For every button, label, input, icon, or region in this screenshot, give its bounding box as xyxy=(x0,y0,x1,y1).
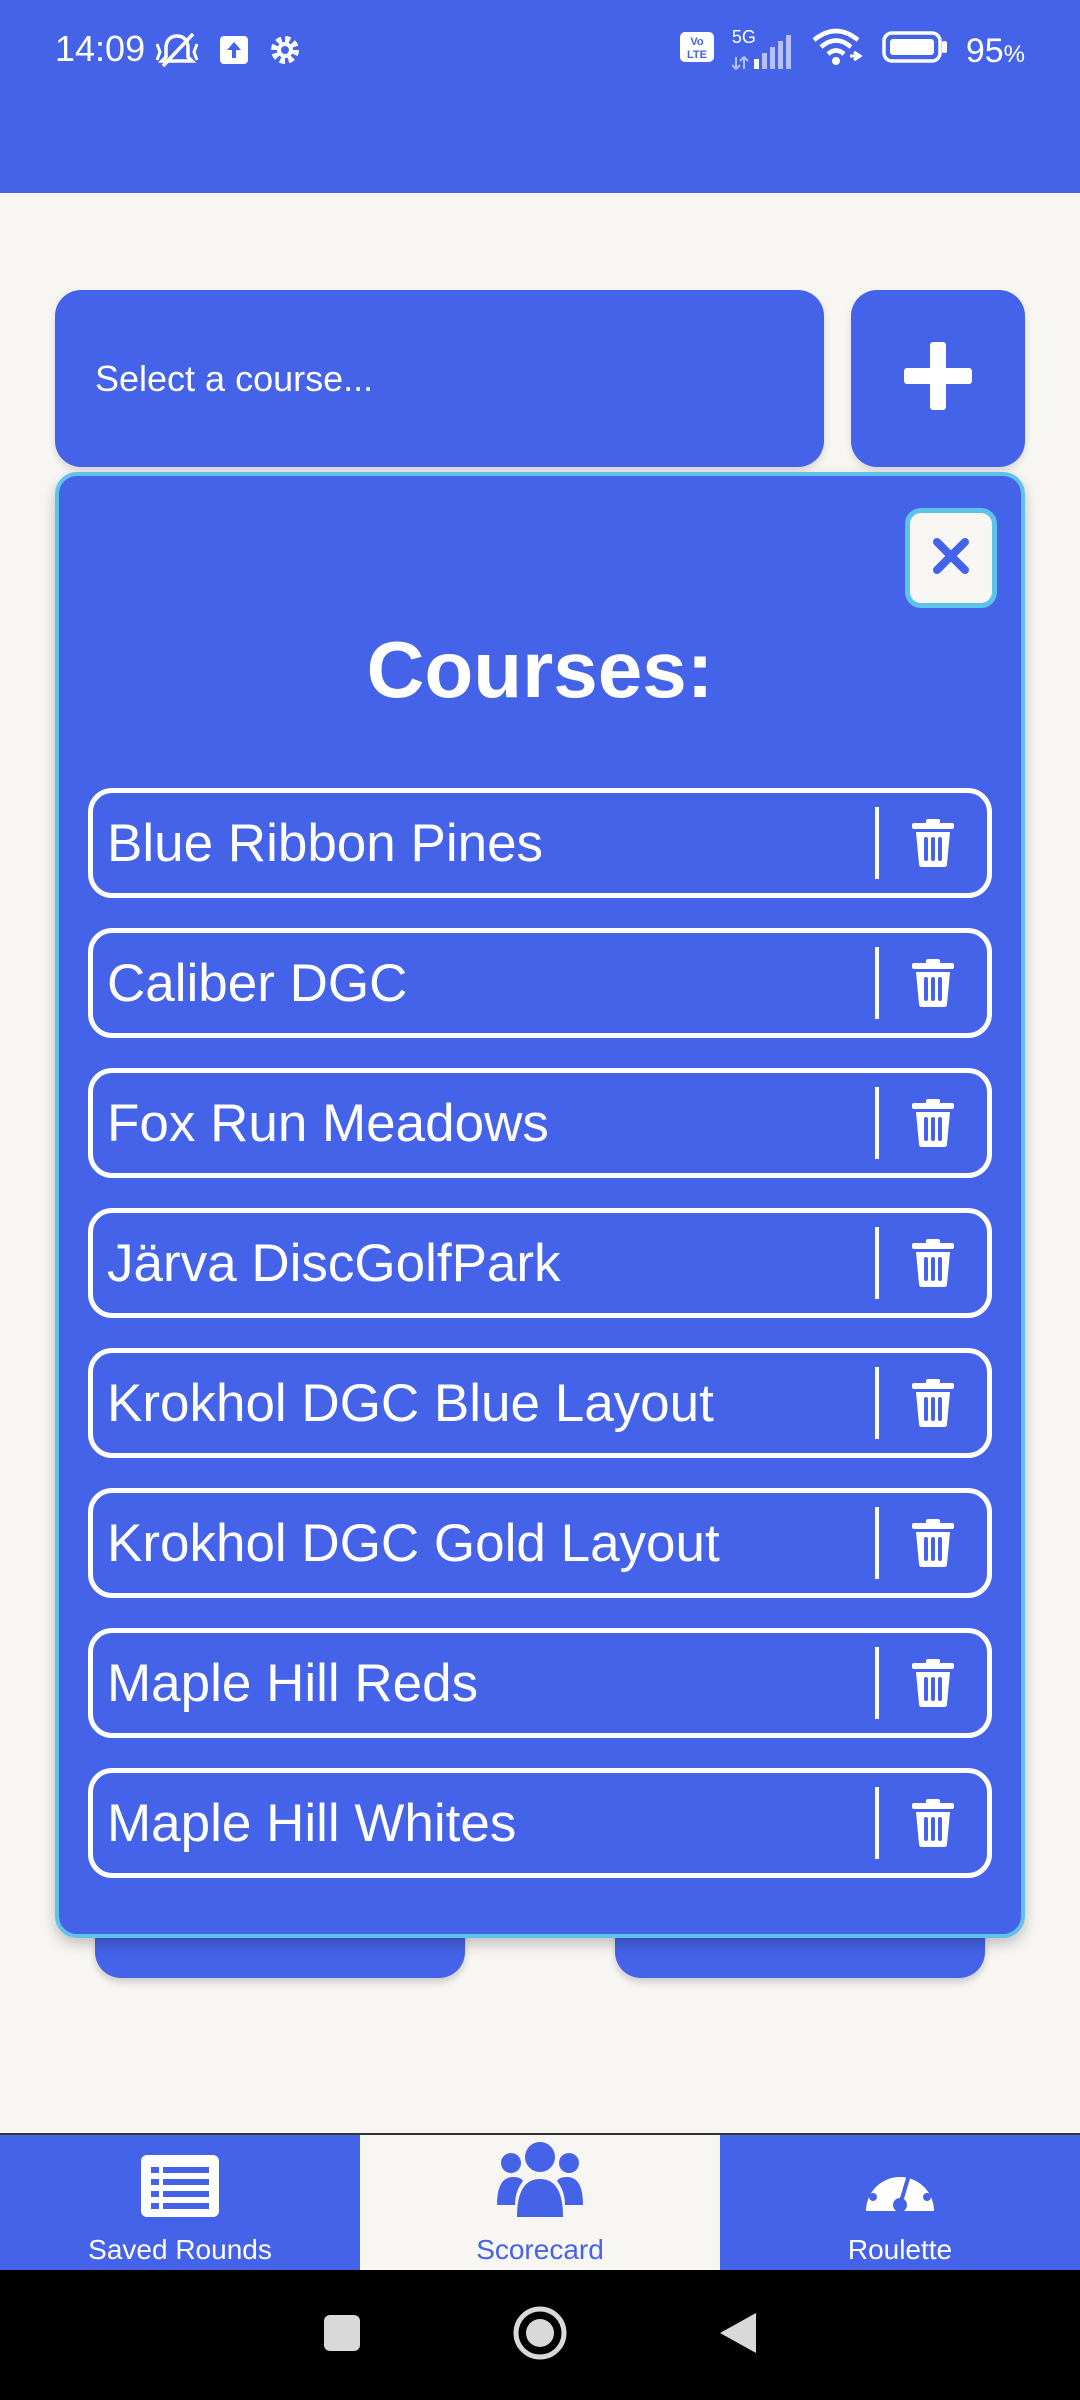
nav-roulette[interactable]: Roulette xyxy=(720,2135,1080,2270)
course-name: Fox Run Meadows xyxy=(107,1093,549,1153)
nav-saved-rounds[interactable]: Saved Rounds xyxy=(0,2135,360,2270)
course-name: Caliber DGC xyxy=(107,953,408,1013)
close-modal-button[interactable] xyxy=(905,508,997,608)
delete-course-button[interactable] xyxy=(879,793,987,893)
delete-course-button[interactable] xyxy=(879,1493,987,1593)
nav-scorecard[interactable]: Scorecard xyxy=(360,2135,720,2270)
course-item[interactable]: Krokhol DGC Gold Layout xyxy=(88,1488,992,1598)
nav-label: Roulette xyxy=(847,2234,953,2265)
course-name: Maple Hill Whites xyxy=(107,1793,517,1853)
bottom-nav: Saved Rounds Scorecard Roulette xyxy=(0,2133,1080,2270)
nav-label: Scorecard xyxy=(476,2234,604,2265)
volte-icon: Vo LTE xyxy=(679,32,714,71)
trash-icon xyxy=(912,1099,954,1147)
course-item[interactable]: Järva DiscGolfPark xyxy=(88,1208,992,1318)
trash-icon xyxy=(912,1239,954,1287)
courses-modal: Courses: Blue Ribbon Pines Caliber DGC F… xyxy=(55,472,1025,1938)
add-course-button[interactable] xyxy=(851,290,1025,467)
trash-icon xyxy=(912,1519,954,1567)
trash-icon xyxy=(912,1659,954,1707)
course-select-dropdown[interactable]: Select a course... xyxy=(55,290,824,467)
svg-text:Vo: Vo xyxy=(690,36,704,48)
wifi-icon xyxy=(812,28,864,75)
plus-icon xyxy=(904,342,972,415)
course-item[interactable]: Maple Hill Reds xyxy=(88,1628,992,1738)
status-time: 14:09 xyxy=(55,28,146,69)
modal-title: Courses: xyxy=(366,625,714,714)
settings-gear-icon xyxy=(269,34,301,71)
delete-course-button[interactable] xyxy=(879,1773,987,1873)
list-icon xyxy=(141,2155,219,2224)
status-bar: 14:09 Vo LTE 5G 95% xyxy=(0,0,1080,193)
course-name: Krokhol DGC Blue Layout xyxy=(107,1373,714,1433)
recents-square-icon[interactable] xyxy=(322,2313,362,2358)
back-triangle-icon[interactable] xyxy=(718,2311,758,2360)
svg-text:LTE: LTE xyxy=(687,49,707,61)
gauge-icon xyxy=(861,2155,939,2224)
course-select-placeholder: Select a course... xyxy=(95,357,374,399)
signal-icon: 5G xyxy=(731,27,794,71)
nav-label: Saved Rounds xyxy=(88,2234,272,2265)
course-name: Järva DiscGolfPark xyxy=(107,1233,561,1293)
delete-course-button[interactable] xyxy=(879,1633,987,1733)
users-icon xyxy=(497,2139,583,2224)
delete-course-button[interactable] xyxy=(879,933,987,1033)
trash-icon xyxy=(912,959,954,1007)
battery-icon xyxy=(882,30,948,73)
course-item[interactable]: Fox Run Meadows xyxy=(88,1068,992,1178)
course-item[interactable]: Krokhol DGC Blue Layout xyxy=(88,1348,992,1458)
mute-vibrate-icon xyxy=(155,30,199,75)
trash-icon xyxy=(912,1379,954,1427)
course-item[interactable]: Caliber DGC xyxy=(88,928,992,1038)
delete-course-button[interactable] xyxy=(879,1073,987,1173)
delete-course-button[interactable] xyxy=(879,1353,987,1453)
home-circle-icon[interactable] xyxy=(512,2305,568,2366)
battery-percent: 95% xyxy=(965,32,1025,70)
course-item[interactable]: Maple Hill Whites xyxy=(88,1768,992,1878)
close-x-icon xyxy=(931,536,971,581)
delete-course-button[interactable] xyxy=(879,1213,987,1313)
system-nav-bar xyxy=(0,2270,1080,2400)
course-name: Maple Hill Reds xyxy=(107,1653,479,1713)
upload-icon xyxy=(219,34,249,71)
trash-icon xyxy=(912,819,954,867)
trash-icon xyxy=(912,1799,954,1847)
course-name: Blue Ribbon Pines xyxy=(107,813,544,873)
course-item[interactable]: Blue Ribbon Pines xyxy=(88,788,992,898)
course-name: Krokhol DGC Gold Layout xyxy=(107,1513,720,1573)
